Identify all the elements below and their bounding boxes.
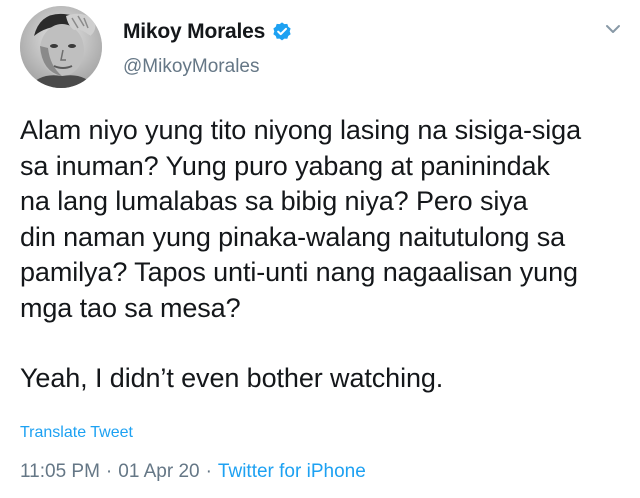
tweet-paragraph: Alam niyo yung tito niyong lasing na sis…	[20, 115, 582, 323]
avatar[interactable]	[20, 6, 102, 88]
tweet-time[interactable]: 11:05 PM	[20, 461, 100, 483]
profile-photo-icon	[20, 6, 102, 88]
author-name-row: Mikoy Morales	[123, 17, 293, 47]
translate-tweet-link[interactable]: Translate Tweet	[20, 424, 133, 442]
author-handle[interactable]: @MikoyMorales	[123, 56, 259, 78]
tweet-source-link[interactable]: Twitter for iPhone	[218, 461, 366, 483]
tweet-paragraph: Yeah, I didn’t even bother watching.	[20, 363, 444, 393]
tweet-metadata: 11:05 PM · 01 Apr 20 · Twitter for iPhon…	[20, 461, 366, 483]
verified-badge-icon	[271, 21, 293, 43]
chevron-down-icon[interactable]	[604, 20, 622, 38]
tweet-card: Mikoy Morales @MikoyMorales Alam niyo yu…	[0, 0, 640, 498]
tweet-date[interactable]: 01 Apr 20	[118, 461, 199, 483]
separator: ·	[105, 461, 113, 482]
tweet-body: Alam niyo yung tito niyong lasing na sis…	[20, 113, 625, 397]
separator: ·	[205, 461, 212, 482]
display-name[interactable]: Mikoy Morales	[123, 20, 265, 44]
